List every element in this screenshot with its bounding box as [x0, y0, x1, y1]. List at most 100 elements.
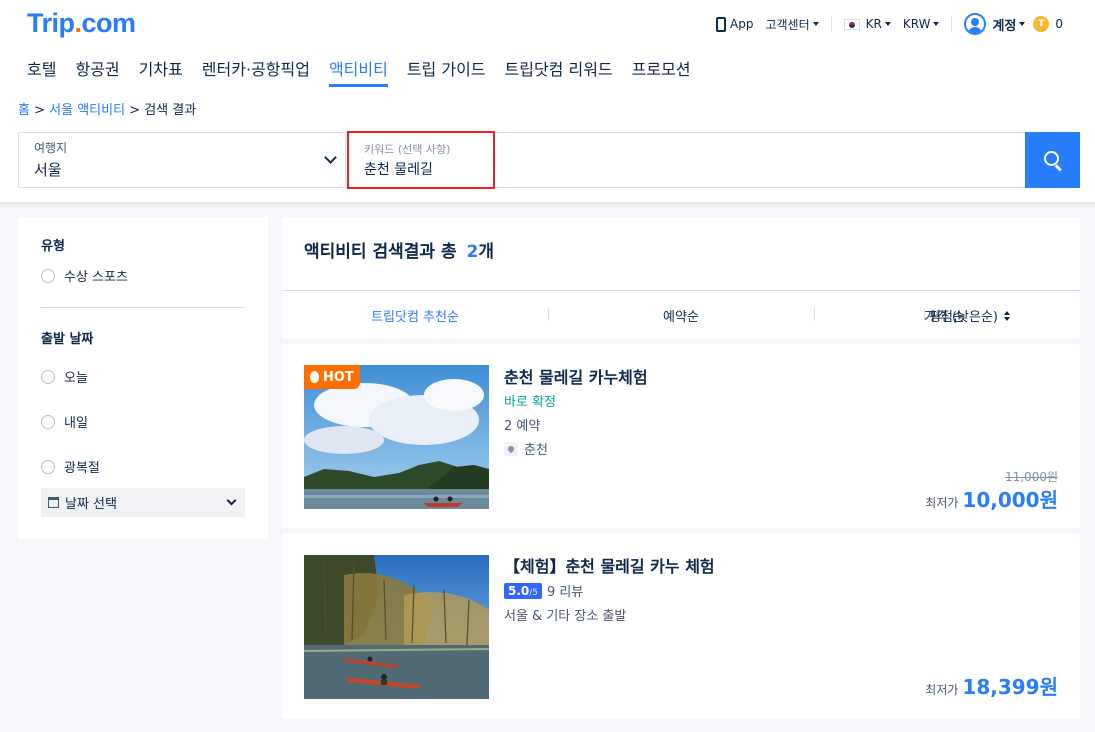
keyword-label: 키워드 (선택 사항)	[364, 143, 451, 156]
filter-divider	[41, 307, 245, 308]
activity-title[interactable]: 【체험】춘천 물레길 카누 체험	[504, 553, 715, 577]
price-label: 최저가	[925, 496, 959, 510]
results-heading: 액티비티 검색결과 총 2개	[282, 217, 1080, 290]
price-block: 최저가 18,399원	[925, 671, 1058, 700]
rating-value: 5.0	[508, 583, 530, 598]
filter-option-water-sports[interactable]: 수상 스포츠	[41, 266, 245, 285]
activity-location: 춘천	[504, 439, 548, 458]
destination-label: 여행지	[34, 141, 68, 155]
sort-price[interactable]: 가격 (낮은순)	[923, 306, 1058, 325]
river-canoe-photo	[304, 555, 489, 699]
breadcrumb-current: 검색 결과	[144, 103, 197, 118]
results-panel: 액티비티 검색결과 총 2개 트립닷컴 추천순 예약순 평점순 가격 (낮은순)	[282, 217, 1080, 732]
search-bar: 여행지 서울 키워드 (선택 사항)	[18, 131, 1080, 189]
rating-score: 5.0/5	[504, 582, 543, 599]
date-picker-label: 날짜 선택	[65, 497, 117, 512]
filter-type-title: 유형	[41, 239, 65, 254]
region-label: KR	[865, 17, 882, 31]
breadcrumb: 홈 > 서울 액티비티 > 검색 결과	[18, 99, 196, 118]
points-value: 0	[1055, 17, 1063, 31]
nav-flights[interactable]: 항공권	[75, 56, 119, 87]
sort-price-label: 가격 (낮은순)	[923, 309, 998, 325]
header-shadow	[0, 202, 1095, 208]
review-count[interactable]: 9 리뷰	[547, 581, 583, 600]
nav-activities[interactable]: 액티비티	[328, 56, 388, 87]
nav-car-rental[interactable]: 렌터카·공항픽업	[202, 56, 310, 87]
divider	[951, 16, 953, 32]
radio-button[interactable]	[41, 459, 55, 474]
filter-option-today[interactable]: 오늘	[41, 367, 245, 386]
breadcrumb-separator: >	[29, 103, 50, 118]
price-block: 최저가 10,000원	[925, 484, 1058, 513]
breadcrumb-home[interactable]: 홈	[18, 103, 30, 118]
nav-rewards[interactable]: 트립닷컴 리워드	[505, 56, 613, 87]
sort-recommended[interactable]: 트립닷컴 추천순	[282, 306, 548, 325]
filter-option-tomorrow[interactable]: 내일	[41, 412, 245, 431]
radio-button[interactable]	[41, 414, 55, 429]
activity-thumbnail[interactable]	[304, 555, 489, 699]
radio-button[interactable]	[41, 268, 55, 283]
phone-icon	[716, 16, 726, 32]
date-picker-dropdown[interactable]: 날짜 선택	[41, 488, 245, 517]
original-price: 11,000원	[1004, 470, 1058, 484]
filter-option-liberation-day[interactable]: 광복절	[41, 457, 245, 476]
coin-icon: T	[1033, 16, 1050, 32]
top-utility-bar: App 고객센터 KR KRW 계정 T 0	[704, 12, 1063, 36]
chevron-down-icon	[226, 495, 237, 506]
logo-text-main: Trip	[27, 8, 75, 38]
breadcrumb-separator: >	[125, 103, 145, 118]
destination-field[interactable]: 여행지 서울	[19, 133, 346, 187]
caret-down-icon	[933, 22, 940, 26]
booking-count: 2 예약	[504, 419, 541, 434]
trip-logo[interactable]: Trip.com	[27, 8, 136, 39]
support-label: 고객센터	[765, 17, 810, 32]
results-heading-text: 액티비티 검색결과 총	[304, 242, 457, 262]
location-label: 춘천	[524, 443, 548, 458]
keyword-field[interactable]: 키워드 (선택 사항)	[347, 131, 495, 189]
korea-flag-icon	[843, 18, 860, 30]
breadcrumb-seoul-activities[interactable]: 서울 액티비티	[49, 103, 125, 118]
account-label: 계정	[992, 18, 1017, 34]
hot-badge-label: HOT	[323, 369, 354, 385]
region-selector[interactable]: KR	[843, 17, 891, 31]
nav-trip-guide[interactable]: 트립 가이드	[407, 56, 486, 87]
sort-bookings[interactable]: 예약순	[548, 306, 814, 325]
currency-selector[interactable]: KRW	[903, 17, 940, 31]
rating-max: /5	[529, 587, 539, 598]
flame-icon	[310, 371, 319, 383]
calendar-icon	[48, 497, 59, 508]
price-value: 18,399원	[962, 675, 1058, 699]
location-pin-icon	[504, 441, 518, 456]
departure-info: 서울 & 기타 장소 출발	[504, 609, 627, 624]
sort-bar: 트립닷컴 추천순 예약순 평점순 가격 (낮은순)	[282, 290, 1080, 339]
caret-down-icon	[884, 22, 891, 26]
caret-down-icon	[812, 22, 819, 26]
filter-date-title: 출발 날짜	[41, 332, 94, 347]
divider	[830, 16, 832, 32]
rating-block: 5.0/5 9 리뷰	[504, 581, 583, 600]
filter-option-label: 광복절	[64, 461, 100, 476]
logo-dot: .	[74, 8, 83, 38]
hot-badge: HOT	[304, 365, 360, 389]
account-menu[interactable]: 계정	[964, 13, 1026, 35]
nav-hotels[interactable]: 호텔	[27, 56, 56, 87]
radio-button[interactable]	[41, 369, 55, 384]
activity-card[interactable]: HOT 춘천 물레길 카누체험 바로 확정 2 예약 춘천 11,000원 최저…	[282, 344, 1080, 528]
app-link[interactable]: App	[716, 16, 754, 32]
search-button[interactable]	[1025, 132, 1080, 188]
trip-coins[interactable]: T 0	[1025, 16, 1063, 32]
filter-option-label: 수상 스포츠	[64, 270, 128, 285]
destination-value: 서울	[34, 161, 62, 179]
activity-thumbnail[interactable]: HOT	[304, 365, 489, 509]
support-menu[interactable]: 고객센터	[765, 16, 819, 33]
app-label: App	[730, 17, 754, 31]
currency-label: KRW	[902, 17, 931, 31]
activity-title[interactable]: 춘천 물레길 카누체험	[504, 364, 648, 388]
nav-promotions[interactable]: 프로모션	[632, 56, 691, 87]
nav-trains[interactable]: 기차표	[139, 56, 183, 87]
filter-option-label: 내일	[64, 416, 88, 431]
results-count: 2	[466, 242, 479, 262]
activity-card[interactable]: 【체험】춘천 물레길 카누 체험 5.0/5 9 리뷰 서울 & 기타 장소 출…	[282, 533, 1080, 719]
price-label: 최저가	[925, 683, 959, 697]
keyword-input[interactable]	[364, 161, 474, 177]
